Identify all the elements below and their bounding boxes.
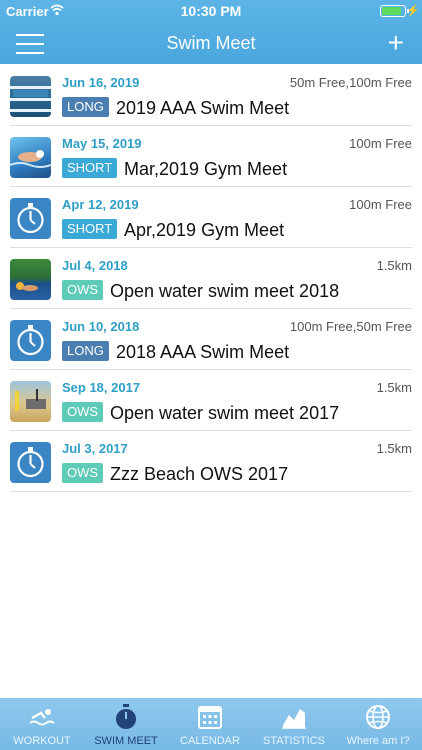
meet-name: Apr,2019 Gym Meet <box>124 220 285 240</box>
clock: 10:30 PM <box>180 3 242 19</box>
globe-icon <box>366 705 390 729</box>
meet-date: Sep 18, 2017 <box>62 380 141 395</box>
calendar-icon <box>198 706 222 729</box>
top-bar: Carrier 10:30 PM ⚡ Swim Meet + <box>0 0 422 64</box>
stopwatch-icon <box>10 320 51 361</box>
list-item[interactable]: Apr 12, 2019 100m Free SHORT Apr,2019 Gy… <box>10 187 412 248</box>
list-item[interactable]: Jul 4, 2018 1.5km OWS Open water swim me… <box>10 248 412 309</box>
meet-date: Jul 3, 2017 <box>62 441 128 456</box>
meet-date: Jun 16, 2019 <box>62 75 140 90</box>
course-badge: LONG <box>62 97 109 117</box>
tab-label: STATISTICS <box>263 735 325 747</box>
meet-name: Open water swim meet 2018 <box>110 281 340 301</box>
meet-events: 1.5km <box>376 258 412 273</box>
list-item[interactable]: Jul 3, 2017 1.5km OWS Zzz Beach OWS 2017 <box>10 431 412 492</box>
stopwatch-icon <box>10 442 51 483</box>
meet-date: May 15, 2019 <box>62 136 142 151</box>
tab-statistics[interactable]: STATISTICS <box>252 698 336 750</box>
tab-swim-meet[interactable]: SWIM MEET <box>84 698 168 750</box>
beach-photo <box>10 381 51 422</box>
meet-events: 100m Free <box>349 136 412 151</box>
meet-name: 2018 AAA Swim Meet <box>116 342 290 362</box>
meet-name: Open water swim meet 2017 <box>110 403 340 423</box>
meet-events: 100m Free,50m Free <box>289 319 412 334</box>
tab-workout[interactable]: WORKOUT <box>0 698 84 750</box>
tab-label: Where am I? <box>346 735 410 747</box>
course-badge: OWS <box>62 402 104 422</box>
open-water-photo <box>10 259 51 300</box>
meet-events: 100m Free <box>349 197 412 212</box>
battery-icon <box>380 5 409 17</box>
tab-label: SWIM MEET <box>94 735 158 747</box>
tab-calendar[interactable]: CALENDAR <box>168 698 252 750</box>
meet-date: Apr 12, 2019 <box>62 197 139 212</box>
chart-icon <box>282 709 306 729</box>
course-badge: SHORT <box>62 219 118 239</box>
tab-label: CALENDAR <box>180 735 240 747</box>
course-badge: OWS <box>62 463 104 483</box>
pool-photo <box>10 76 51 117</box>
tab-label: WORKOUT <box>13 735 71 747</box>
list-item[interactable]: Jun 10, 2018 100m Free,50m Free LONG 201… <box>10 309 412 370</box>
meet-events: 1.5km <box>376 380 412 395</box>
stopwatch-icon <box>116 704 136 729</box>
swimmer-icon <box>29 709 55 726</box>
tab-where-am-i[interactable]: Where am I? <box>336 698 420 750</box>
course-badge: LONG <box>62 341 109 361</box>
course-badge: SHORT <box>62 158 118 178</box>
meet-name: Zzz Beach OWS 2017 <box>110 464 289 484</box>
add-meet-button[interactable]: + <box>388 29 404 57</box>
list-item[interactable]: May 15, 2019 100m Free SHORT Mar,2019 Gy… <box>10 126 412 187</box>
meet-events: 50m Free,100m Free <box>289 75 412 90</box>
course-badge: OWS <box>62 280 104 300</box>
tab-bar: WORKOUT SWIM MEET CALENDAR STATISTICS Wh… <box>0 698 422 750</box>
status-bar: Carrier 10:30 PM ⚡ <box>0 0 422 22</box>
meet-name: 2019 AAA Swim Meet <box>116 98 290 118</box>
meet-events: 1.5km <box>376 441 412 456</box>
page-title: Swim Meet <box>166 33 256 53</box>
swimmer-photo <box>10 137 51 178</box>
list-item[interactable]: Sep 18, 2017 1.5km OWS Open water swim m… <box>10 370 412 431</box>
list-item[interactable]: Jun 16, 2019 50m Free,100m Free LONG 201… <box>10 65 412 126</box>
meet-date: Jun 10, 2018 <box>62 319 140 334</box>
stopwatch-icon <box>10 198 51 239</box>
meet-name: Mar,2019 Gym Meet <box>124 159 288 179</box>
meet-list: Jun 16, 2019 50m Free,100m Free LONG 201… <box>0 65 422 492</box>
meet-date: Jul 4, 2018 <box>62 258 128 273</box>
